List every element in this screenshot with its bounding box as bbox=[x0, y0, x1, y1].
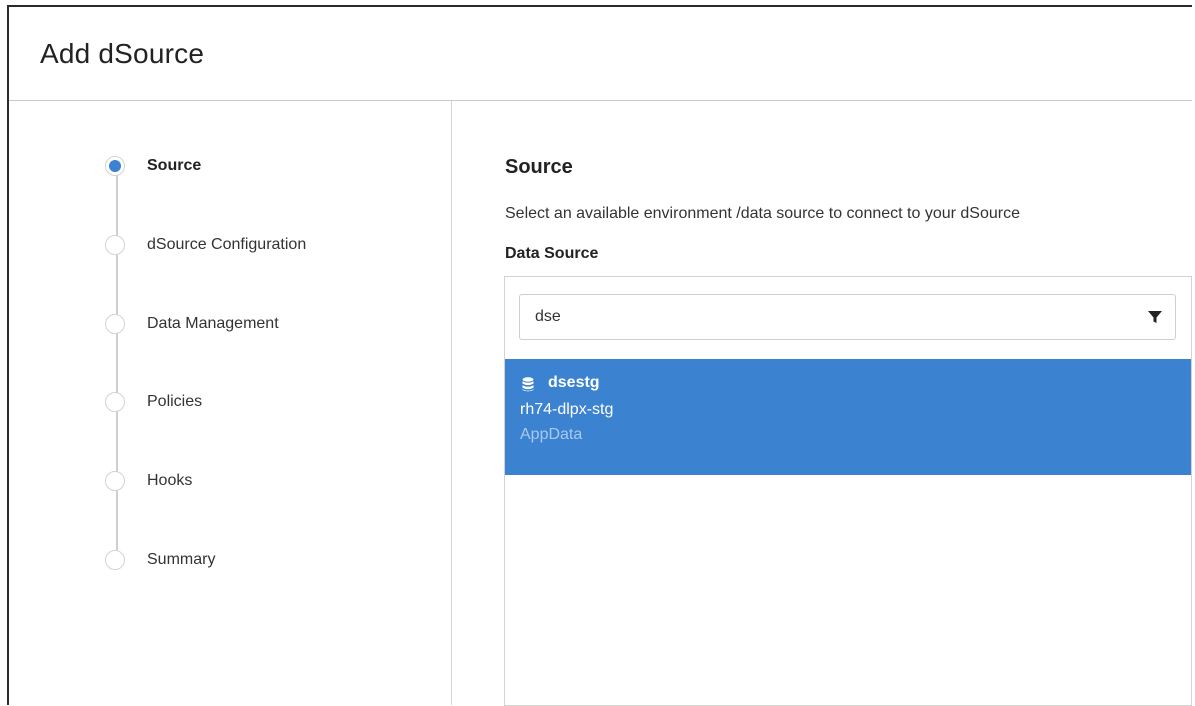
dialog-header: Add dSource bbox=[9, 7, 1192, 101]
step-indicator-active bbox=[105, 156, 125, 176]
dialog-body: Source dSource Configuration Data Manage… bbox=[9, 101, 1192, 706]
add-dsource-dialog: Add dSource Source dSource Configuration… bbox=[7, 5, 1192, 706]
filter-icon[interactable] bbox=[1147, 309, 1163, 325]
data-source-name: dsestg bbox=[548, 374, 600, 391]
step-connector-line bbox=[116, 163, 118, 558]
dialog-title: Add dSource bbox=[40, 37, 205, 69]
step-indicator bbox=[105, 471, 125, 491]
step-label: Policies bbox=[147, 393, 203, 410]
step-label: Source bbox=[147, 157, 202, 174]
step-indicator bbox=[105, 550, 125, 570]
section-description: Select an available environment /data so… bbox=[505, 205, 1020, 222]
section-title: Source bbox=[505, 156, 573, 178]
step-summary[interactable]: Summary bbox=[105, 548, 215, 572]
data-source-list: dsestg rh74-dlpx-stg AppData bbox=[504, 276, 1192, 706]
data-source-type: AppData bbox=[520, 426, 583, 443]
step-source[interactable]: Source bbox=[105, 154, 201, 178]
step-indicator bbox=[105, 314, 125, 334]
data-source-item-selected[interactable]: dsestg rh74-dlpx-stg AppData bbox=[505, 359, 1191, 475]
database-icon bbox=[522, 377, 534, 392]
step-label: Data Management bbox=[147, 315, 279, 332]
wizard-steps: Source dSource Configuration Data Manage… bbox=[9, 101, 452, 705]
step-indicator bbox=[105, 235, 125, 255]
step-label: Summary bbox=[147, 551, 216, 568]
search-input[interactable] bbox=[520, 295, 1135, 339]
step-label: dSource Configuration bbox=[147, 236, 307, 253]
step-policies[interactable]: Policies bbox=[105, 390, 202, 414]
data-source-label: Data Source bbox=[505, 245, 599, 262]
source-panel: Source Select an available environment /… bbox=[452, 101, 1192, 706]
data-source-environment: rh74-dlpx-stg bbox=[520, 401, 614, 418]
step-data-management[interactable]: Data Management bbox=[105, 312, 279, 336]
search-box bbox=[519, 294, 1176, 340]
step-dsource-configuration[interactable]: dSource Configuration bbox=[105, 233, 306, 257]
step-label: Hooks bbox=[147, 472, 193, 489]
step-hooks[interactable]: Hooks bbox=[105, 469, 192, 493]
step-indicator bbox=[105, 392, 125, 412]
